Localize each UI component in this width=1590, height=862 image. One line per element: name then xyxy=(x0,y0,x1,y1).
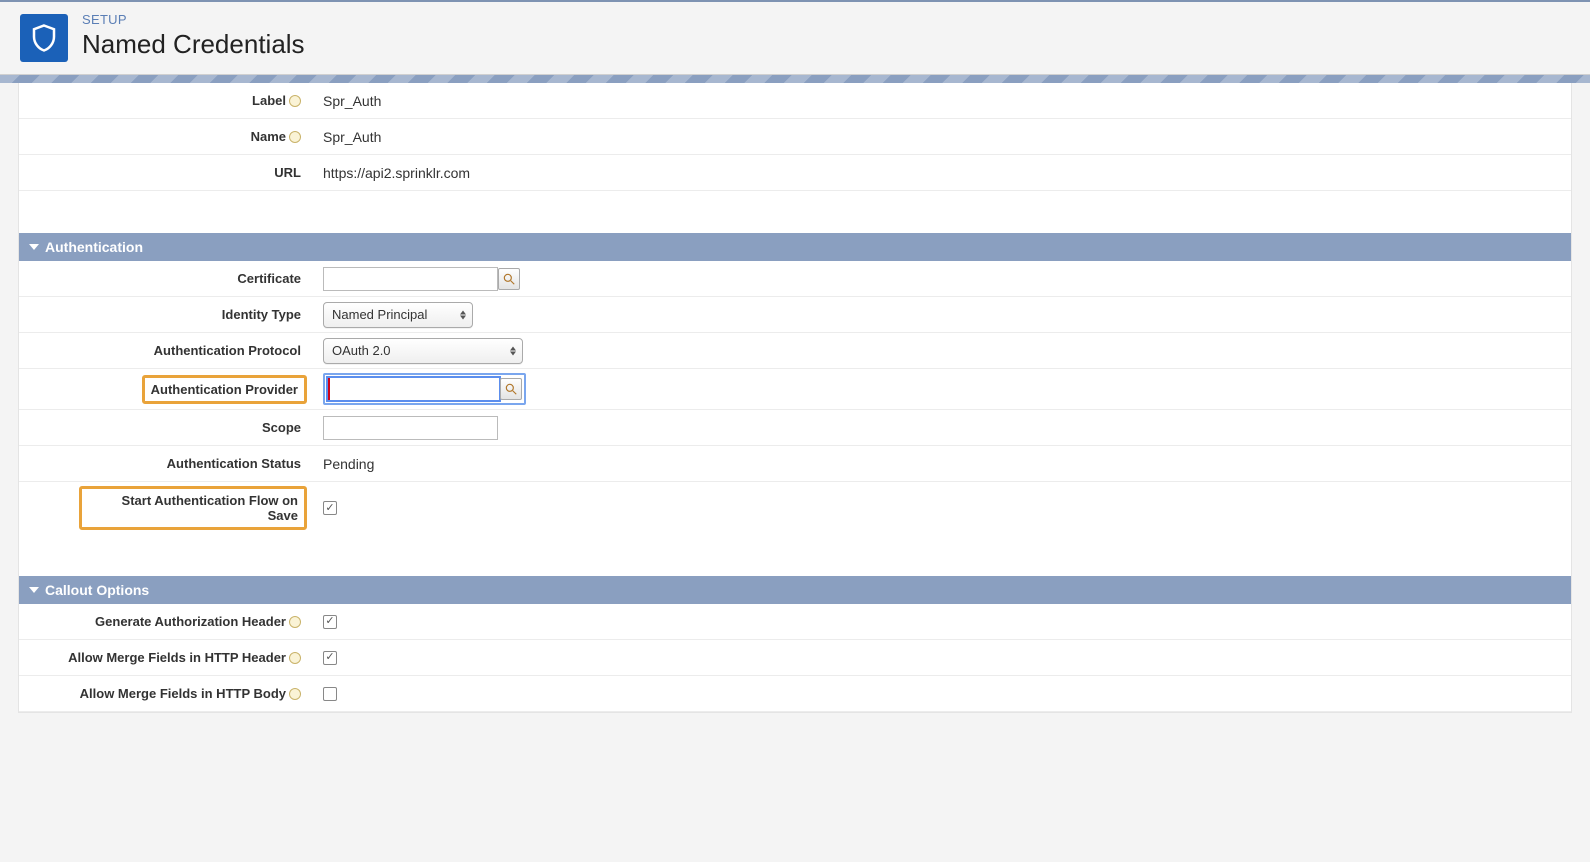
select-value: OAuth 2.0 xyxy=(332,343,391,358)
auth-protocol-label: Authentication Protocol xyxy=(19,343,309,358)
url-field-label: URL xyxy=(19,165,309,180)
label-field-label: Label xyxy=(19,93,309,108)
row-merge-http-header: Allow Merge Fields in HTTP Header xyxy=(19,640,1571,676)
section-authentication-header[interactable]: Authentication xyxy=(19,233,1571,261)
auth-provider-label-wrap: Authentication Provider xyxy=(19,375,309,404)
section-title: Authentication xyxy=(45,239,143,255)
scope-input[interactable] xyxy=(323,416,498,440)
gen-auth-header-checkbox[interactable] xyxy=(323,615,337,629)
label-field-value: Spr_Auth xyxy=(309,93,381,109)
row-auth-protocol: Authentication Protocol OAuth 2.0 xyxy=(19,333,1571,369)
row-identity-type: Identity Type Named Principal xyxy=(19,297,1571,333)
header-eyebrow: SETUP xyxy=(82,12,305,27)
label-text: Name xyxy=(251,129,286,144)
help-icon[interactable] xyxy=(289,131,301,143)
row-merge-http-body: Allow Merge Fields in HTTP Body xyxy=(19,676,1571,712)
name-field-value: Spr_Auth xyxy=(309,129,381,145)
label-text: Allow Merge Fields in HTTP Body xyxy=(80,686,286,701)
gen-auth-header-label: Generate Authorization Header xyxy=(19,614,309,629)
row-gen-auth-header: Generate Authorization Header xyxy=(19,604,1571,640)
page-title: Named Credentials xyxy=(82,29,305,60)
header-text: SETUP Named Credentials xyxy=(82,12,305,60)
highlight-start-auth-flow: Start Authentication Flow on Save xyxy=(79,486,307,530)
start-auth-flow-label: Start Authentication Flow on Save xyxy=(88,493,298,523)
merge-http-header-label: Allow Merge Fields in HTTP Header xyxy=(19,650,309,665)
identity-type-label: Identity Type xyxy=(19,307,309,322)
page-header: SETUP Named Credentials xyxy=(0,2,1590,75)
row-certificate: Certificate xyxy=(19,261,1571,297)
auth-status-label: Authentication Status xyxy=(19,456,309,471)
row-name: Name Spr_Auth xyxy=(19,119,1571,155)
collapse-icon xyxy=(29,244,39,250)
auth-status-value: Pending xyxy=(309,456,374,472)
highlight-auth-provider: Authentication Provider xyxy=(142,375,307,404)
merge-http-body-label: Allow Merge Fields in HTTP Body xyxy=(19,686,309,701)
help-icon[interactable] xyxy=(289,652,301,664)
row-auth-status: Authentication Status Pending xyxy=(19,446,1571,482)
help-icon[interactable] xyxy=(289,688,301,700)
auth-provider-lookup-button[interactable] xyxy=(500,378,522,400)
auth-provider-lookup-group xyxy=(323,373,526,405)
form-content: Label Spr_Auth Name Spr_Auth URL https:/… xyxy=(18,83,1572,713)
start-auth-flow-checkbox[interactable] xyxy=(323,501,337,515)
scope-label: Scope xyxy=(19,420,309,435)
section-title: Callout Options xyxy=(45,582,149,598)
merge-http-body-checkbox[interactable] xyxy=(323,687,337,701)
row-url: URL https://api2.sprinklr.com xyxy=(19,155,1571,191)
row-auth-provider: Authentication Provider xyxy=(19,369,1571,410)
row-start-auth-flow: Start Authentication Flow on Save xyxy=(19,482,1571,534)
certificate-lookup-group xyxy=(323,267,520,291)
auth-provider-label: Authentication Provider xyxy=(151,382,298,397)
spacer xyxy=(19,534,1571,576)
label-text: Generate Authorization Header xyxy=(95,614,286,629)
identity-type-select[interactable]: Named Principal xyxy=(323,302,473,328)
select-value: Named Principal xyxy=(332,307,427,322)
section-callout-header[interactable]: Callout Options xyxy=(19,576,1571,604)
help-icon[interactable] xyxy=(289,616,301,628)
name-field-label: Name xyxy=(19,129,309,144)
certificate-label: Certificate xyxy=(19,271,309,286)
spacer xyxy=(19,191,1571,233)
help-icon[interactable] xyxy=(289,95,301,107)
certificate-lookup-button[interactable] xyxy=(498,268,520,290)
updown-icon xyxy=(460,310,466,319)
label-text: URL xyxy=(274,165,301,180)
decorative-wave-strip xyxy=(0,75,1590,83)
row-scope: Scope xyxy=(19,410,1571,446)
certificate-input[interactable] xyxy=(323,267,498,291)
start-auth-flow-label-wrap: Start Authentication Flow on Save xyxy=(19,486,309,530)
collapse-icon xyxy=(29,587,39,593)
url-field-value: https://api2.sprinklr.com xyxy=(309,165,470,181)
row-label: Label Spr_Auth xyxy=(19,83,1571,119)
label-text: Label xyxy=(252,93,286,108)
auth-provider-input[interactable] xyxy=(327,377,500,401)
merge-http-header-checkbox[interactable] xyxy=(323,651,337,665)
shield-icon xyxy=(20,14,68,62)
updown-icon xyxy=(510,346,516,355)
label-text: Allow Merge Fields in HTTP Header xyxy=(68,650,286,665)
auth-protocol-select[interactable]: OAuth 2.0 xyxy=(323,338,523,364)
